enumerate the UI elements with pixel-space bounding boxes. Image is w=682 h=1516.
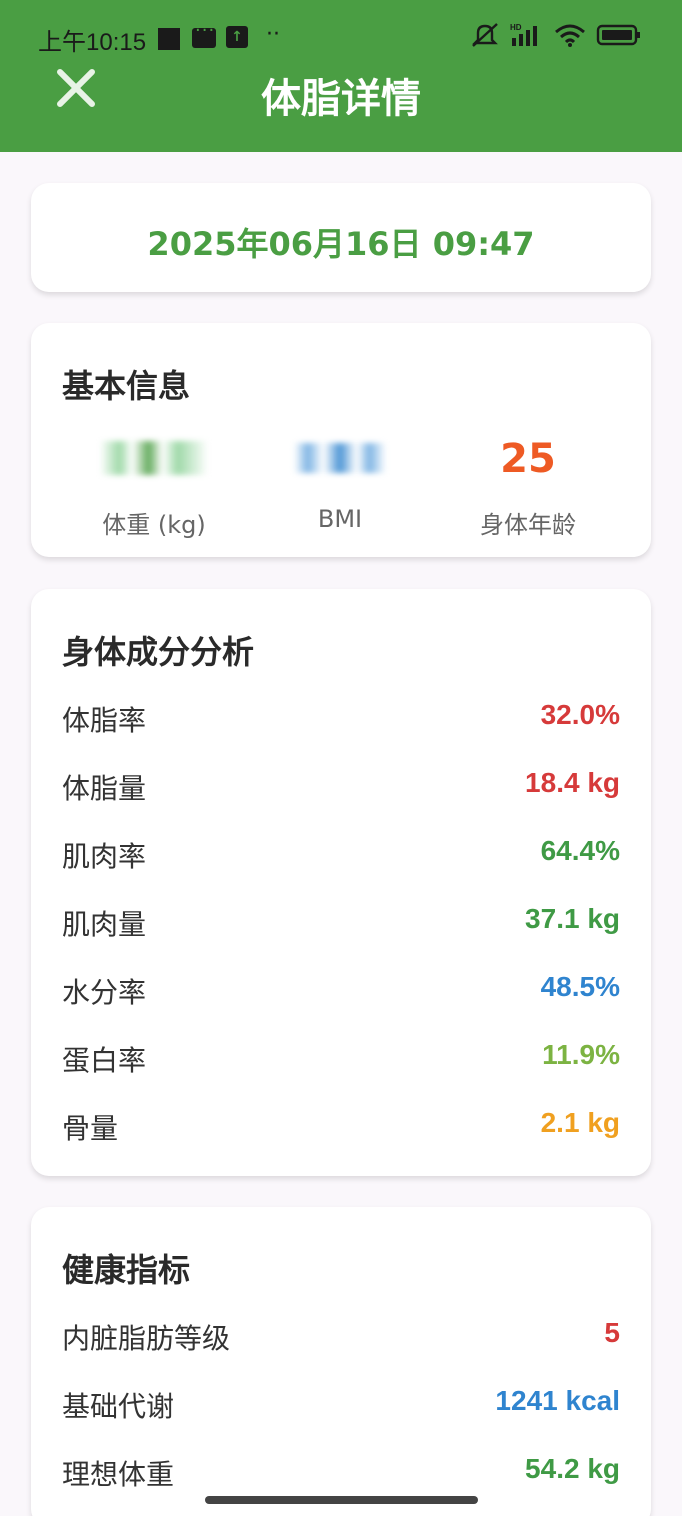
stat-label-body-age: 身体年龄 [480, 511, 576, 539]
upload-icon: ↑ [226, 26, 248, 48]
composition-label: 蛋白率 [62, 1044, 147, 1077]
composition-row: 肌肉量 37.1 kg [62, 903, 620, 943]
composition-row: 蛋白率 11.9% [62, 1039, 620, 1079]
section-title-basic: 基本信息 [62, 367, 191, 405]
svg-text:HD: HD [510, 23, 522, 32]
composition-value: 2.1 kg [540, 1107, 620, 1138]
stat-label-bmi: BMI [317, 505, 363, 533]
stat-body-age: 25 身体年龄 [438, 431, 618, 540]
composition-row: 骨量 2.1 kg [62, 1107, 620, 1147]
weight-value-obscured [64, 431, 244, 487]
stat-weight: 体重 (kg) [64, 431, 244, 540]
composition-row: 肌肉率 64.4% [62, 835, 620, 875]
health-card: 健康指标 内脏脂肪等级 5 基础代谢 1241 kcal 理想体重 54.2 kg [31, 1207, 651, 1516]
signal-icon: HD [510, 23, 537, 46]
composition-label: 骨量 [62, 1112, 119, 1145]
wifi-icon [555, 24, 585, 47]
measurement-date: 2025年06月16日 09:47 [147, 225, 535, 263]
home-indicator[interactable] [205, 1496, 478, 1504]
health-row: 基础代谢 1241 kcal [62, 1385, 620, 1425]
date-card: 2025年06月16日 09:47 [31, 183, 651, 292]
health-row: 理想体重 54.2 kg [62, 1453, 620, 1493]
health-value: 1241 kcal [495, 1385, 620, 1416]
composition-value: 11.9% [542, 1039, 620, 1070]
basic-info-card: 基本信息 体重 (kg) BMI 25 身体年龄 [31, 323, 651, 557]
composition-value: 37.1 kg [525, 903, 620, 934]
body-age-value: 25 [500, 436, 556, 482]
composition-label: 肌肉量 [62, 908, 147, 941]
composition-value: 18.4 kg [525, 767, 620, 798]
health-label: 内脏脂肪等级 [62, 1322, 231, 1355]
stat-bmi: BMI [250, 431, 430, 533]
message-icon [192, 20, 216, 48]
mute-bell-icon [472, 23, 498, 47]
title-row: 体脂详情 [0, 60, 682, 122]
composition-row: 水分率 48.5% [62, 971, 620, 1011]
notification-square-icon [158, 28, 180, 50]
stat-label-weight: 体重 (kg) [102, 511, 206, 539]
composition-label: 水分率 [62, 976, 147, 1009]
health-value: 5 [604, 1317, 620, 1348]
bmi-value-obscured [250, 431, 430, 487]
composition-value: 48.5% [540, 971, 620, 1002]
health-row: 内脏脂肪等级 5 [62, 1317, 620, 1357]
section-title-health: 健康指标 [62, 1251, 191, 1289]
composition-value: 32.0% [540, 699, 620, 730]
more-notifications-icon: ·· [266, 22, 280, 47]
status-icons: HD [470, 22, 642, 48]
section-title-composition: 身体成分分析 [62, 633, 255, 671]
composition-label: 肌肉率 [62, 840, 147, 873]
composition-label: 体脂率 [62, 704, 147, 737]
health-label: 理想体重 [62, 1458, 175, 1491]
composition-card: 身体成分分析 体脂率 32.0% 体脂量 18.4 kg 肌肉率 64.4% 肌肉量 37.1… [31, 589, 651, 1176]
battery-icon [596, 24, 640, 46]
composition-row: 体脂率 32.0% [62, 699, 620, 739]
health-value: 54.2 kg [525, 1453, 620, 1484]
health-label: 基础代谢 [62, 1390, 175, 1423]
page-title: 体脂详情 [261, 76, 421, 122]
composition-value: 64.4% [540, 835, 620, 866]
composition-row: 体脂量 18.4 kg [62, 767, 620, 807]
composition-label: 体脂量 [62, 772, 147, 805]
status-time: 上午10:15 [38, 29, 147, 56]
